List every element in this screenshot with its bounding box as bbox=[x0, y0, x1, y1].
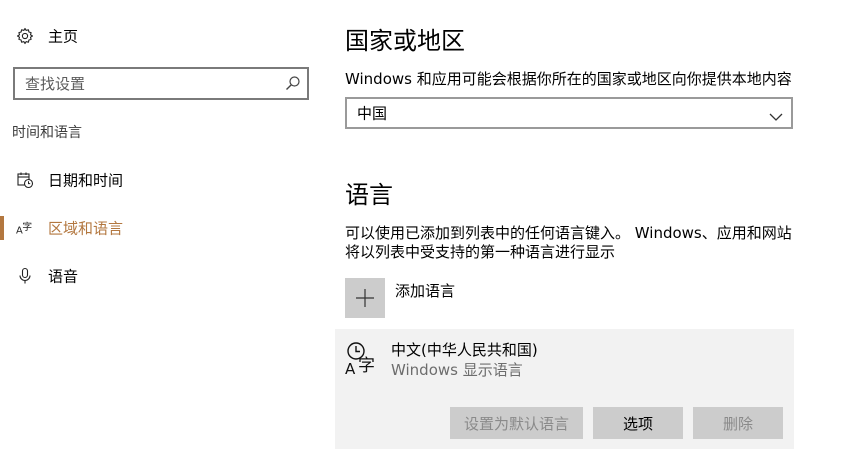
sidebar-item-label: 区域和语言 bbox=[48, 219, 124, 238]
settings-window: 主页 时间和语言 bbox=[0, 0, 849, 458]
sidebar: 主页 时间和语言 bbox=[0, 0, 320, 458]
sidebar-item-label: 语音 bbox=[48, 267, 79, 286]
set-default-button[interactable]: 设置为默认语言 bbox=[450, 407, 583, 439]
language-description-line1: 可以使用已添加到列表中的任何语言键入。 Windows、应用和网站 bbox=[345, 224, 792, 242]
sidebar-item-home[interactable]: 主页 bbox=[0, 16, 320, 56]
display-language-icon: A 字 bbox=[345, 341, 381, 378]
search-input[interactable] bbox=[15, 69, 285, 98]
language-name: 中文(中华人民共和国) bbox=[391, 341, 538, 359]
calendar-clock-icon bbox=[16, 171, 34, 189]
sidebar-item-label: 主页 bbox=[48, 27, 79, 46]
add-language-button[interactable]: 添加语言 bbox=[345, 278, 645, 320]
sidebar-item-speech[interactable]: 语音 bbox=[0, 256, 320, 296]
language-title: 语言 bbox=[345, 181, 393, 209]
add-language-label: 添加语言 bbox=[395, 282, 456, 300]
region-description: Windows 和应用可能会根据你所在的国家或地区向你提供本地内容 bbox=[345, 70, 792, 88]
options-button[interactable]: 选项 bbox=[593, 407, 683, 439]
section-heading: 时间和语言 bbox=[12, 125, 82, 141]
region-title: 国家或地区 bbox=[345, 27, 465, 55]
gear-icon bbox=[16, 27, 34, 45]
search-box bbox=[13, 67, 309, 100]
microphone-icon bbox=[16, 267, 34, 285]
svg-text:A: A bbox=[345, 360, 356, 377]
language-icon: A 字 bbox=[16, 219, 34, 237]
language-subtitle: Windows 显示语言 bbox=[391, 361, 523, 379]
svg-text:字: 字 bbox=[22, 220, 32, 233]
chevron-down-icon bbox=[769, 107, 783, 121]
remove-button[interactable]: 删除 bbox=[693, 407, 783, 439]
sidebar-item-label: 日期和时间 bbox=[48, 171, 124, 190]
plus-icon bbox=[345, 278, 385, 318]
search-icon[interactable] bbox=[285, 75, 301, 91]
sidebar-item-region-language[interactable]: A 字 区域和语言 bbox=[0, 208, 320, 248]
svg-text:字: 字 bbox=[358, 356, 375, 376]
language-list-item[interactable]: A 字 中文(中华人民共和国) Windows 显示语言 设置为默认语言 选项 … bbox=[335, 329, 794, 449]
country-select-value: 中国 bbox=[357, 104, 388, 123]
sidebar-item-date-time[interactable]: 日期和时间 bbox=[0, 160, 320, 200]
language-description-line2: 将以列表中受支持的第一种语言进行显示 bbox=[345, 243, 616, 261]
country-select[interactable]: 中国 bbox=[345, 97, 793, 129]
